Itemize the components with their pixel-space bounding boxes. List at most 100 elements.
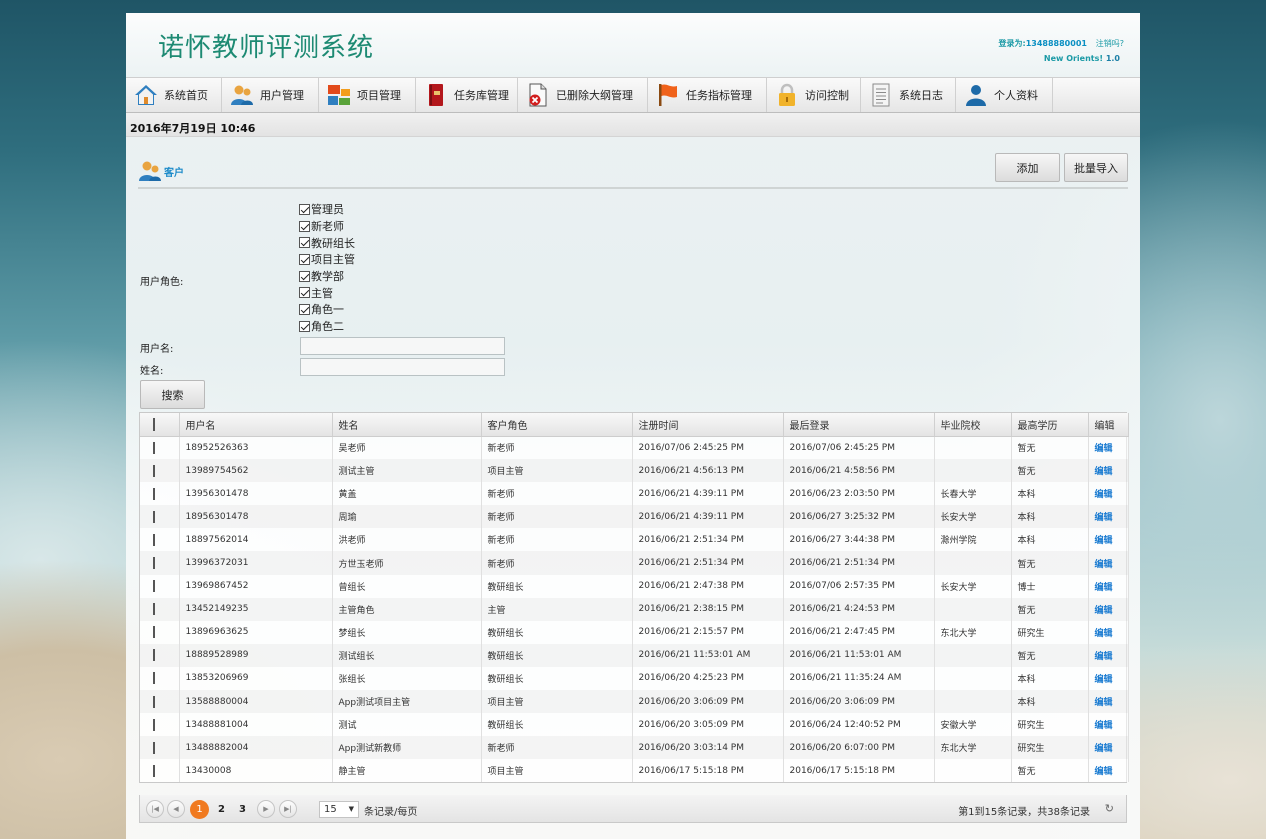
row-checkbox[interactable] bbox=[153, 557, 155, 570]
section-header: 客户 添加 批量导入 bbox=[138, 153, 1128, 189]
row-checkbox[interactable] bbox=[153, 603, 155, 616]
column-header[interactable]: 注册时间 bbox=[632, 413, 784, 437]
search-button[interactable]: 搜索 bbox=[140, 380, 205, 409]
nav-item-task-library[interactable]: 任务库管理 bbox=[416, 78, 518, 112]
edit-link[interactable]: 编辑 bbox=[1095, 490, 1113, 500]
cell-edit: 编辑 bbox=[1088, 528, 1129, 552]
login-user: 13488880001 bbox=[1025, 39, 1087, 48]
role-option[interactable]: 项目主管 bbox=[299, 251, 355, 268]
row-checkbox[interactable] bbox=[153, 510, 155, 523]
role-checkbox[interactable] bbox=[299, 237, 310, 249]
prev-page-icon[interactable]: ◀ bbox=[167, 800, 185, 818]
role-option[interactable]: 角色二 bbox=[299, 318, 355, 335]
edit-link[interactable]: 编辑 bbox=[1095, 767, 1113, 777]
role-option[interactable]: 新老师 bbox=[299, 218, 355, 235]
name-input[interactable] bbox=[300, 358, 505, 376]
edit-link[interactable]: 编辑 bbox=[1095, 560, 1113, 570]
nav-label: 项目管理 bbox=[357, 89, 401, 102]
edit-link[interactable]: 编辑 bbox=[1095, 536, 1113, 546]
row-checkbox[interactable] bbox=[153, 533, 155, 546]
current-page[interactable]: 1 bbox=[190, 800, 209, 819]
nav-label: 系统日志 bbox=[899, 89, 943, 102]
logout-link[interactable]: 注销吗? bbox=[1096, 39, 1124, 48]
row-checkbox[interactable] bbox=[153, 764, 155, 777]
edit-link[interactable]: 编辑 bbox=[1095, 629, 1113, 639]
edit-link[interactable]: 编辑 bbox=[1095, 721, 1113, 731]
column-header[interactable]: 最后登录 bbox=[783, 413, 935, 437]
last-page-icon[interactable]: ▶| bbox=[279, 800, 297, 818]
version-info: New Orients! 1.0 bbox=[1044, 54, 1120, 63]
role-option[interactable]: 教研组长 bbox=[299, 234, 355, 251]
nav-item-profile[interactable]: 个人资料 bbox=[956, 78, 1053, 112]
row-checkbox[interactable] bbox=[153, 441, 155, 454]
version-number: 1.0 bbox=[1105, 54, 1120, 63]
nav-item-home[interactable]: 系统首页 bbox=[126, 78, 222, 112]
nav-item-users[interactable]: 用户管理 bbox=[222, 78, 319, 112]
page-link[interactable]: 3 bbox=[239, 804, 246, 815]
edit-link[interactable]: 编辑 bbox=[1095, 583, 1113, 593]
role-option[interactable]: 教学部 bbox=[299, 268, 355, 285]
nav-item-system-log[interactable]: 系统日志 bbox=[861, 78, 956, 112]
page-size-select[interactable]: 15 ▼ bbox=[319, 801, 359, 818]
row-select-cell bbox=[140, 690, 180, 714]
role-option[interactable]: 管理员 bbox=[299, 201, 355, 218]
refresh-icon[interactable]: ↻ bbox=[1105, 802, 1114, 815]
next-page-icon[interactable]: ▶ bbox=[257, 800, 275, 818]
table-row: 18952526363 吴老师 新老师 2016/07/06 2:45:25 PM 20… bbox=[140, 436, 1129, 460]
cell-edit: 编辑 bbox=[1088, 436, 1129, 460]
row-checkbox[interactable] bbox=[153, 626, 155, 639]
role-option[interactable]: 角色一 bbox=[299, 301, 355, 318]
column-header[interactable]: 姓名 bbox=[332, 413, 482, 437]
row-checkbox[interactable] bbox=[153, 741, 155, 754]
role-checkbox[interactable] bbox=[299, 270, 310, 282]
role-option-label: 角色一 bbox=[311, 303, 344, 317]
edit-link[interactable]: 编辑 bbox=[1095, 652, 1113, 662]
column-header[interactable]: 客户角色 bbox=[481, 413, 633, 437]
users-icon bbox=[231, 85, 253, 105]
row-select-cell bbox=[140, 620, 180, 644]
role-checkbox[interactable] bbox=[299, 320, 310, 332]
row-checkbox[interactable] bbox=[153, 695, 155, 708]
first-page-icon[interactable]: |◀ bbox=[146, 800, 164, 818]
role-option[interactable]: 主管 bbox=[299, 284, 355, 301]
edit-link[interactable]: 编辑 bbox=[1095, 675, 1113, 685]
nav-item-task-metrics[interactable]: 任务指标管理 bbox=[648, 78, 767, 112]
select-all-checkbox[interactable] bbox=[153, 417, 155, 431]
username-input[interactable] bbox=[300, 337, 505, 355]
edit-link[interactable]: 编辑 bbox=[1095, 513, 1113, 523]
column-header[interactable]: 最高学历 bbox=[1011, 413, 1089, 437]
nav-item-deleted-outlines[interactable]: 已删除大纲管理 bbox=[518, 78, 648, 112]
row-checkbox[interactable] bbox=[153, 487, 155, 500]
role-checkbox[interactable] bbox=[299, 253, 310, 265]
column-header[interactable]: 用户名 bbox=[179, 413, 333, 437]
row-checkbox[interactable] bbox=[153, 649, 155, 662]
nav-item-projects[interactable]: 项目管理 bbox=[319, 78, 416, 112]
edit-link[interactable]: 编辑 bbox=[1095, 698, 1113, 708]
role-checkbox[interactable] bbox=[299, 220, 310, 232]
page-link[interactable]: 2 bbox=[218, 804, 225, 815]
nav-label: 访问控制 bbox=[805, 89, 849, 102]
edit-link[interactable]: 编辑 bbox=[1095, 467, 1113, 477]
row-checkbox[interactable] bbox=[153, 580, 155, 593]
cell-registered: 2016/06/21 4:56:13 PM bbox=[632, 459, 784, 483]
cell-role: 新老师 bbox=[481, 436, 633, 460]
page-size-value: 15 bbox=[324, 804, 337, 815]
row-checkbox[interactable] bbox=[153, 718, 155, 731]
pagination-bar: |◀ ◀ 1 2 3 ▶ ▶| 15 ▼ 条记录/每页 第1到15条记录，共38… bbox=[139, 795, 1127, 823]
edit-link[interactable]: 编辑 bbox=[1095, 444, 1113, 454]
column-header[interactable]: 毕业院校 bbox=[934, 413, 1012, 437]
add-button[interactable]: 添加 bbox=[995, 153, 1060, 182]
edit-link[interactable]: 编辑 bbox=[1095, 744, 1113, 754]
cell-registered: 2016/06/21 4:39:11 PM bbox=[632, 482, 784, 506]
cell-last-login: 2016/06/21 4:58:56 PM bbox=[783, 459, 935, 483]
role-checkbox[interactable] bbox=[299, 203, 310, 215]
edit-link[interactable]: 编辑 bbox=[1095, 606, 1113, 616]
nav-item-access-control[interactable]: 访问控制 bbox=[767, 78, 861, 112]
row-checkbox[interactable] bbox=[153, 672, 155, 685]
batch-import-button[interactable]: 批量导入 bbox=[1064, 153, 1128, 182]
cell-edit: 编辑 bbox=[1088, 643, 1129, 667]
cell-role: 新老师 bbox=[481, 482, 633, 506]
row-checkbox[interactable] bbox=[153, 464, 155, 477]
role-checkbox[interactable] bbox=[299, 303, 310, 315]
role-checkbox[interactable] bbox=[299, 287, 310, 299]
